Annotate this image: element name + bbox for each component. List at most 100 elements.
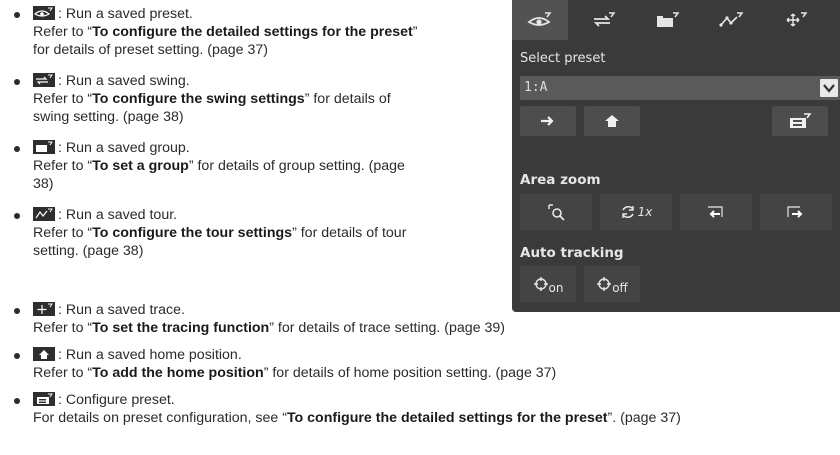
zoom-1x-button[interactable]: 1x [600,194,672,230]
body-text: : Run a saved home position. [58,347,242,363]
tab-preset[interactable] [512,0,568,40]
list-item-line: swing setting. (page 38) [33,108,184,126]
reference-title: To add the home position [92,365,264,381]
list-item-line: : Run a saved group. [33,139,190,157]
camera-control-panel: Select preset 1:A Area zoom 1x Auto trac… [512,0,840,312]
tab-tour[interactable] [704,0,760,40]
home-icon [605,115,619,127]
area-zoom-label: Area zoom [520,172,601,188]
bullet-dot [14,213,20,219]
body-text: Refer to “ [33,91,93,107]
tab-swing[interactable] [576,0,632,40]
tracking-off-button[interactable]: off [584,266,640,302]
body-text: setting. (page 38) [33,243,144,259]
tracking-on-button[interactable]: on [520,266,576,302]
zoom-1x-text: 1x [637,205,653,219]
home-icon [33,347,55,361]
configure-preset-icon [790,113,812,128]
area-zoom-forward-button[interactable] [760,194,832,230]
area-zoom-button[interactable] [520,194,592,230]
body-text: ” for details of group setting. (page [188,158,405,174]
configure-preset-icon [33,392,55,406]
bullet-dot [14,12,20,18]
body-text: ” for details of [304,91,391,107]
body-text: For details on preset configuration, see… [33,410,287,426]
tracking-off-text: off [612,281,628,295]
group-icon [33,140,55,154]
zoom-forward-icon [787,206,803,218]
body-text: ” [412,24,418,40]
body-text: ” for details of tour [292,225,407,241]
bullet-dot [14,398,20,404]
body-text: : Run a saved swing. [58,73,190,89]
dropdown-button[interactable] [820,79,838,97]
body-text: Refer to “ [33,24,93,40]
swing-icon [33,73,55,87]
manual-page: : Run a saved preset. Refer to “To config… [0,0,840,455]
reference-title: To configure the tour settings [92,225,293,241]
chevron-down-icon [823,84,835,93]
list-item-line: : Run a saved home position. [33,346,242,364]
tour-icon [719,12,744,27]
list-item-line: Refer to “To configure the detailed sett… [33,23,417,41]
crosshair-icon [533,277,548,291]
preset-select-value: 1:A [524,80,548,95]
home-position-button[interactable] [584,106,640,136]
auto-tracking-label: Auto tracking [520,245,624,261]
body-text: swing setting. (page 38) [33,109,184,125]
preset-eye-icon [527,12,552,26]
body-text: ”. (page 37) [607,410,681,426]
bullet-dot [14,308,20,314]
list-item-line: : Run a saved preset. [33,5,193,23]
body-text: Refer to “ [33,365,93,381]
tab-group[interactable] [640,0,696,40]
body-text: Refer to “ [33,320,93,336]
body-text: Refer to “ [33,225,93,241]
preset-mode-tabs [512,0,840,40]
swing-icon [593,12,616,27]
bullet-dot [14,353,20,359]
list-item-line: Refer to “To set the tracing function” f… [33,319,505,337]
list-item-line: Refer to “To configure the swing setting… [33,90,391,108]
trace-icon [33,302,55,316]
area-zoom-back-button[interactable] [680,194,752,230]
tab-trace[interactable] [768,0,824,40]
crosshair-icon [597,277,612,291]
body-text: : Run a saved tour. [58,207,178,223]
configure-preset-button[interactable] [772,106,828,136]
zoom-area-icon [548,204,565,221]
preset-eye-icon [33,6,55,20]
body-text: Refer to “ [33,158,93,174]
list-item-line: Refer to “To add the home position” for … [33,364,556,382]
preset-select[interactable]: 1:A [520,76,840,100]
reference-title: To set a group [92,158,189,174]
body-text: 38) [33,176,54,192]
tracking-on-text: on [548,281,564,295]
body-text: : Run a saved preset. [58,6,193,22]
select-preset-label: Select preset [520,51,606,66]
body-text: for details of preset setting. (page 37) [33,42,269,58]
list-item-line: : Run a saved swing. [33,72,190,90]
list-item-line: Refer to “To configure the tour settings… [33,224,406,242]
body-text: : Run a saved trace. [58,302,185,318]
list-item-line: Refer to “To set a group” for details of… [33,157,405,175]
body-text: : Run a saved group. [58,140,190,156]
go-to-preset-button[interactable] [520,106,576,136]
body-text: ” for details of trace setting. (page 39… [269,320,506,336]
tour-icon [33,207,55,221]
list-item-line: setting. (page 38) [33,242,143,260]
reference-title: To configure the detailed settings for t… [92,24,413,40]
group-icon [657,12,680,27]
zoom-back-icon [708,206,723,218]
bullet-dot [14,79,20,85]
reset-zoom-icon [621,205,634,219]
trace-icon [786,12,808,27]
reference-title: To configure the swing settings [92,91,305,107]
bullet-dot [14,146,20,152]
list-item-line: : Run a saved tour. [33,206,177,224]
list-item-line: : Configure preset. [33,391,175,409]
reference-title: To set the tracing function [92,320,270,336]
body-text: ” for details of home position setting. … [263,365,557,381]
list-item-line: : Run a saved trace. [33,301,185,319]
arrow-right-icon [541,116,554,126]
